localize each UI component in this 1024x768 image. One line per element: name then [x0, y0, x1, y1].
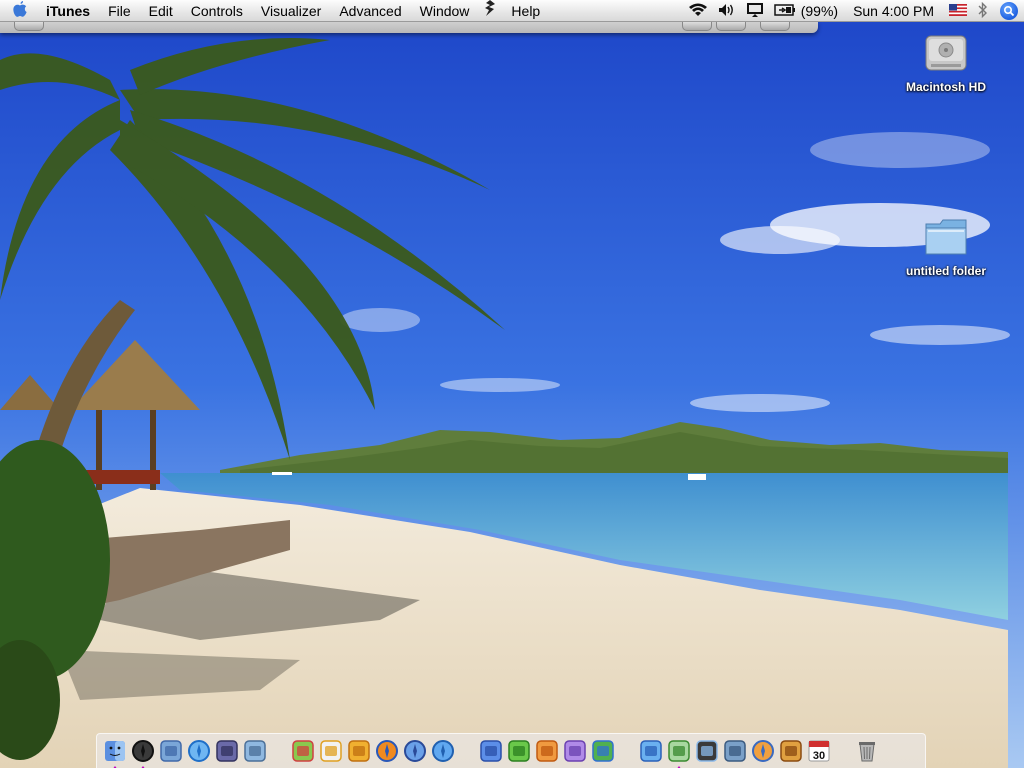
excel-icon	[507, 739, 531, 768]
dock-item-checkmark-app[interactable]	[318, 739, 344, 768]
dock-item-mail[interactable]	[158, 739, 184, 768]
desktop[interactable]: Macintosh HD untitled folder 30	[0, 0, 1024, 768]
dock-item-imovie[interactable]	[694, 739, 720, 768]
dock-item-ical[interactable]: 30	[806, 740, 832, 766]
battery-status[interactable]: (99%)	[769, 0, 843, 22]
desktop-icon-macintosh-hd[interactable]: Macintosh HD	[891, 30, 1001, 96]
powerpoint-icon	[535, 739, 559, 768]
messenger-icon	[591, 739, 615, 768]
apple-menu[interactable]	[0, 0, 40, 22]
dock-item-presentation[interactable]	[242, 739, 268, 768]
word-icon	[479, 739, 503, 768]
dock-item-graphic-tools[interactable]	[290, 739, 316, 768]
menu-edit[interactable]: Edit	[140, 0, 182, 22]
dock-item-pen-app[interactable]	[214, 739, 240, 768]
script-icon	[484, 0, 496, 22]
dock-item-idvd[interactable]	[750, 739, 776, 768]
dock-item-messenger[interactable]	[590, 739, 616, 768]
battery-percent: (99%)	[800, 3, 839, 19]
desktop-icon-untitled-folder[interactable]: untitled folder	[891, 212, 1001, 280]
thunderbird-icon	[403, 739, 427, 768]
finder-icon	[103, 739, 127, 768]
menu-extras: (99%) Sun 4:00 PM	[683, 0, 1024, 22]
menu-advanced[interactable]: Advanced	[330, 0, 410, 22]
menu-controls[interactable]: Controls	[182, 0, 252, 22]
dock-item-finder[interactable]	[102, 739, 128, 768]
mail-icon	[159, 739, 183, 768]
battery-icon	[773, 3, 796, 19]
wifi-icon	[688, 3, 708, 20]
dock[interactable]: 30	[96, 733, 926, 768]
window-control-left[interactable]	[14, 22, 44, 31]
dock-item-thunderbird[interactable]	[402, 739, 428, 768]
checkmark-app-icon	[319, 739, 343, 768]
idvd-icon	[751, 739, 775, 768]
clock[interactable]: Sun 4:00 PM	[843, 0, 944, 22]
presentation-icon	[243, 739, 267, 768]
network-icon	[431, 739, 455, 768]
graphic-tools-icon	[291, 739, 315, 768]
hard-drive-icon	[923, 30, 969, 76]
menu-bar[interactable]: iTunes File Edit Controls Visualizer Adv…	[0, 0, 1024, 22]
dock-item-network[interactable]	[430, 739, 456, 768]
bluetooth-status[interactable]	[972, 0, 994, 22]
trash-icon	[855, 739, 879, 768]
menu-help[interactable]: Help	[502, 0, 549, 22]
entourage-icon	[563, 739, 587, 768]
itunes-window-edge[interactable]	[0, 22, 818, 33]
dollar-app-icon	[347, 739, 371, 768]
window-control-right-1[interactable]	[682, 22, 712, 31]
firefox-icon	[375, 739, 399, 768]
dock-item-word[interactable]	[478, 739, 504, 768]
volume-control[interactable]	[713, 0, 741, 22]
folder-icon	[922, 212, 970, 260]
iphoto-icon	[723, 739, 747, 768]
pen-app-icon	[215, 739, 239, 768]
dock-item-dollar-app[interactable]	[346, 739, 372, 768]
window-control-right-2[interactable]	[716, 22, 746, 31]
desktop-icon-label: Macintosh HD	[905, 80, 986, 94]
spotlight-icon	[1000, 2, 1018, 20]
menu-scripts[interactable]	[478, 0, 502, 22]
dock-item-firefox[interactable]	[374, 739, 400, 768]
garageband-icon	[779, 739, 803, 768]
ical-icon: 30	[807, 739, 831, 768]
dock-item-itunes[interactable]	[666, 739, 692, 768]
spotlight-button[interactable]	[994, 0, 1024, 22]
display-menu[interactable]	[741, 0, 769, 22]
volume-icon	[718, 3, 736, 20]
itunes-icon	[667, 739, 691, 768]
input-menu[interactable]	[944, 0, 972, 22]
dock-item-ichat[interactable]	[638, 739, 664, 768]
menu-file[interactable]: File	[99, 0, 140, 22]
imovie-icon	[695, 739, 719, 768]
dock-item-entourage[interactable]	[562, 739, 588, 768]
clock-text: Sun 4:00 PM	[853, 3, 934, 19]
flag-icon	[949, 3, 967, 19]
dashboard-icon	[131, 739, 155, 768]
window-control-right-3[interactable]	[760, 22, 790, 31]
menu-window[interactable]: Window	[411, 0, 479, 22]
dock-item-trash[interactable]	[854, 740, 880, 766]
beach-wallpaper	[0, 0, 1024, 768]
svg-text:30: 30	[813, 750, 825, 762]
display-icon	[746, 2, 764, 21]
menu-visualizer[interactable]: Visualizer	[252, 0, 330, 22]
wifi-status[interactable]	[683, 0, 713, 22]
dock-item-dashboard[interactable]	[130, 739, 156, 768]
dock-item-powerpoint[interactable]	[534, 739, 560, 768]
desktop-icon-label: untitled folder	[906, 264, 986, 278]
safari-icon	[187, 739, 211, 768]
ichat-icon	[639, 739, 663, 768]
dock-item-garageband[interactable]	[778, 739, 804, 768]
dock-item-safari[interactable]	[186, 739, 212, 768]
menu-app-name[interactable]: iTunes	[40, 0, 99, 22]
dock-item-iphoto[interactable]	[722, 739, 748, 768]
apple-icon	[12, 0, 28, 21]
dock-item-excel[interactable]	[506, 739, 532, 768]
bluetooth-icon	[977, 1, 989, 21]
